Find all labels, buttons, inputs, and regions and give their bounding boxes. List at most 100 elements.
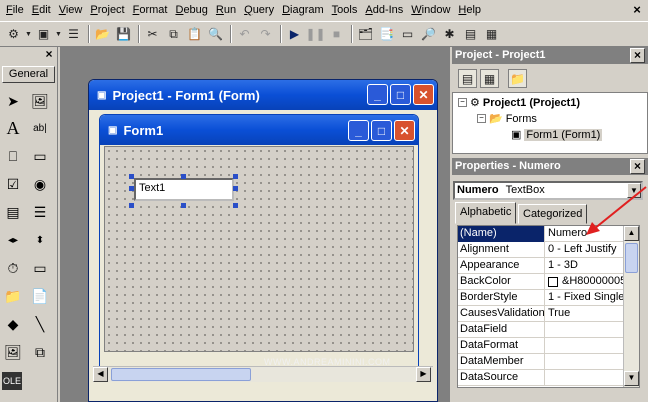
maximize-icon[interactable]: □	[390, 84, 411, 105]
property-row[interactable]: DataFormat	[458, 338, 625, 354]
menu-edit[interactable]: Edit	[28, 0, 55, 20]
run-icon[interactable]: ▶	[285, 25, 304, 44]
object-browser-icon[interactable]: 🔎	[419, 25, 438, 44]
project-explorer-icon[interactable]: 🗂	[356, 25, 375, 44]
add-project-icon[interactable]: ⚙	[4, 25, 23, 44]
toolbox-general-tab[interactable]: General	[2, 66, 55, 83]
menu-help[interactable]: Help	[454, 0, 485, 20]
menu-format[interactable]: Format	[129, 0, 172, 20]
properties-panel-title[interactable]: Properties - Numero	[452, 158, 648, 175]
pause-icon[interactable]: ❚❚	[305, 25, 325, 44]
view-code-icon[interactable]: ▤	[458, 69, 477, 88]
resize-handle[interactable]	[129, 186, 134, 191]
scrollbar-thumb[interactable]	[625, 243, 638, 273]
menu-query[interactable]: Query	[240, 0, 278, 20]
resize-handle[interactable]	[233, 186, 238, 191]
shape-tool-icon[interactable]: ◆	[2, 313, 24, 335]
text1-textbox-control[interactable]: Text1	[134, 178, 234, 201]
toolbox-close-icon[interactable]: ×	[42, 48, 56, 62]
menu-project[interactable]: Project	[86, 0, 128, 20]
image-tool-icon[interactable]: 🖼	[2, 341, 24, 363]
ole-tool-icon[interactable]: OLE	[2, 372, 22, 390]
property-row[interactable]: BorderStyle 1 - Fixed Single	[458, 290, 625, 306]
resize-handle[interactable]	[129, 203, 134, 208]
resize-handle[interactable]	[233, 203, 238, 208]
horizontal-scrollbar[interactable]: ◀ ▶	[93, 366, 433, 382]
copy-icon[interactable]: ⧉	[164, 25, 183, 44]
minimize-icon[interactable]: _	[367, 84, 388, 105]
tab-alphabetic[interactable]: Alphabetic	[455, 202, 517, 224]
menu-add-ins[interactable]: Add-Ins	[361, 0, 407, 20]
properties-panel-close-icon[interactable]: ×	[630, 159, 645, 174]
property-row[interactable]: DataSource	[458, 370, 625, 386]
menu-tools[interactable]: Tools	[328, 0, 362, 20]
save-icon[interactable]: 💾	[114, 25, 133, 44]
cut-icon[interactable]: ✂	[143, 25, 162, 44]
find-icon[interactable]: 🔍	[206, 25, 225, 44]
properties-vertical-scrollbar[interactable]: ▲ ▼	[623, 226, 639, 387]
pointer-tool-icon[interactable]: ➤	[2, 90, 24, 112]
form-layout-icon[interactable]: ▭	[398, 25, 417, 44]
data-view-icon[interactable]: ▤	[461, 25, 480, 44]
menu-editor-icon[interactable]: ☰	[64, 25, 83, 44]
form-design-surface[interactable]	[104, 146, 414, 352]
tree-node-forms[interactable]: − 📂 Forms	[477, 112, 537, 125]
property-row[interactable]: Appearance 1 - 3D	[458, 258, 625, 274]
vscrollbar-tool-icon[interactable]: ⬍	[29, 229, 51, 251]
tab-categorized[interactable]: Categorized	[518, 204, 588, 224]
maximize-icon[interactable]: □	[371, 120, 392, 141]
line-tool-icon[interactable]: ╲	[29, 313, 51, 335]
label-tool-icon[interactable]: A	[2, 117, 24, 139]
commandbutton-tool-icon[interactable]: ▭	[29, 145, 51, 167]
timer-tool-icon[interactable]: ⏱	[2, 257, 24, 279]
open-folder-icon[interactable]: 📂	[93, 25, 112, 44]
properties-window-icon[interactable]: 📑	[377, 25, 396, 44]
menu-window[interactable]: Window	[407, 0, 454, 20]
dropdown-arrow-icon[interactable]: ▼	[55, 25, 62, 44]
resize-handle[interactable]	[233, 174, 238, 179]
redo-icon[interactable]: ↷	[256, 25, 275, 44]
add-form-icon[interactable]: ▣	[34, 25, 53, 44]
toolbox-icon[interactable]: ✱	[440, 25, 459, 44]
optionbutton-tool-icon[interactable]: ◉	[29, 173, 51, 195]
scrollbar-thumb[interactable]	[111, 368, 251, 381]
scroll-down-icon[interactable]: ▼	[624, 371, 639, 386]
property-row[interactable]: DataField	[458, 322, 625, 338]
minimize-icon[interactable]: _	[348, 120, 369, 141]
undo-icon[interactable]: ↶	[235, 25, 254, 44]
picturebox-tool-icon[interactable]: 🖼	[29, 90, 51, 112]
frame-tool-icon[interactable]: ⎕	[2, 145, 24, 167]
listbox-tool-icon[interactable]: ☰	[29, 201, 51, 223]
property-row[interactable]: BackColor &H80000005	[458, 274, 625, 290]
menu-view[interactable]: View	[55, 0, 87, 20]
textbox-tool-icon[interactable]: ab|	[29, 117, 51, 139]
tree-node-project[interactable]: − ⚙ Project1 (Project1)	[458, 96, 580, 109]
view-object-icon[interactable]: ▦	[480, 69, 499, 88]
combobox-tool-icon[interactable]: ▤	[2, 201, 24, 223]
dirlistbox-tool-icon[interactable]: 📁	[2, 285, 24, 307]
close-icon[interactable]: ✕	[394, 120, 415, 141]
dropdown-arrow-icon[interactable]: ▼	[25, 25, 32, 44]
collapse-icon[interactable]: −	[477, 114, 486, 123]
project-panel-title[interactable]: Project - Project1	[452, 47, 648, 64]
paste-icon[interactable]: 📋	[185, 25, 204, 44]
ide-close-icon[interactable]: ×	[630, 3, 644, 17]
menu-debug[interactable]: Debug	[171, 0, 211, 20]
property-row[interactable]: DataMember	[458, 354, 625, 370]
tree-node-form1[interactable]: ▣ Form1 (Form1)	[511, 128, 603, 141]
resize-handle[interactable]	[129, 174, 134, 179]
menu-run[interactable]: Run	[212, 0, 240, 20]
property-row[interactable]: Alignment 0 - Left Justify	[458, 242, 625, 258]
toggle-folders-icon[interactable]: 📁	[508, 69, 527, 88]
close-icon[interactable]: ✕	[413, 84, 434, 105]
menu-diagram[interactable]: Diagram	[278, 0, 328, 20]
collapse-icon[interactable]: −	[458, 98, 467, 107]
stop-icon[interactable]: ■	[327, 25, 346, 44]
resize-handle[interactable]	[181, 174, 186, 179]
checkbox-tool-icon[interactable]: ☑	[2, 173, 24, 195]
scroll-left-icon[interactable]: ◀	[93, 367, 108, 382]
scroll-right-icon[interactable]: ▶	[416, 367, 431, 382]
project-panel-close-icon[interactable]: ×	[630, 48, 645, 63]
drivelistbox-tool-icon[interactable]: ▭	[29, 257, 51, 279]
data-tool-icon[interactable]: ⧉	[29, 341, 51, 363]
